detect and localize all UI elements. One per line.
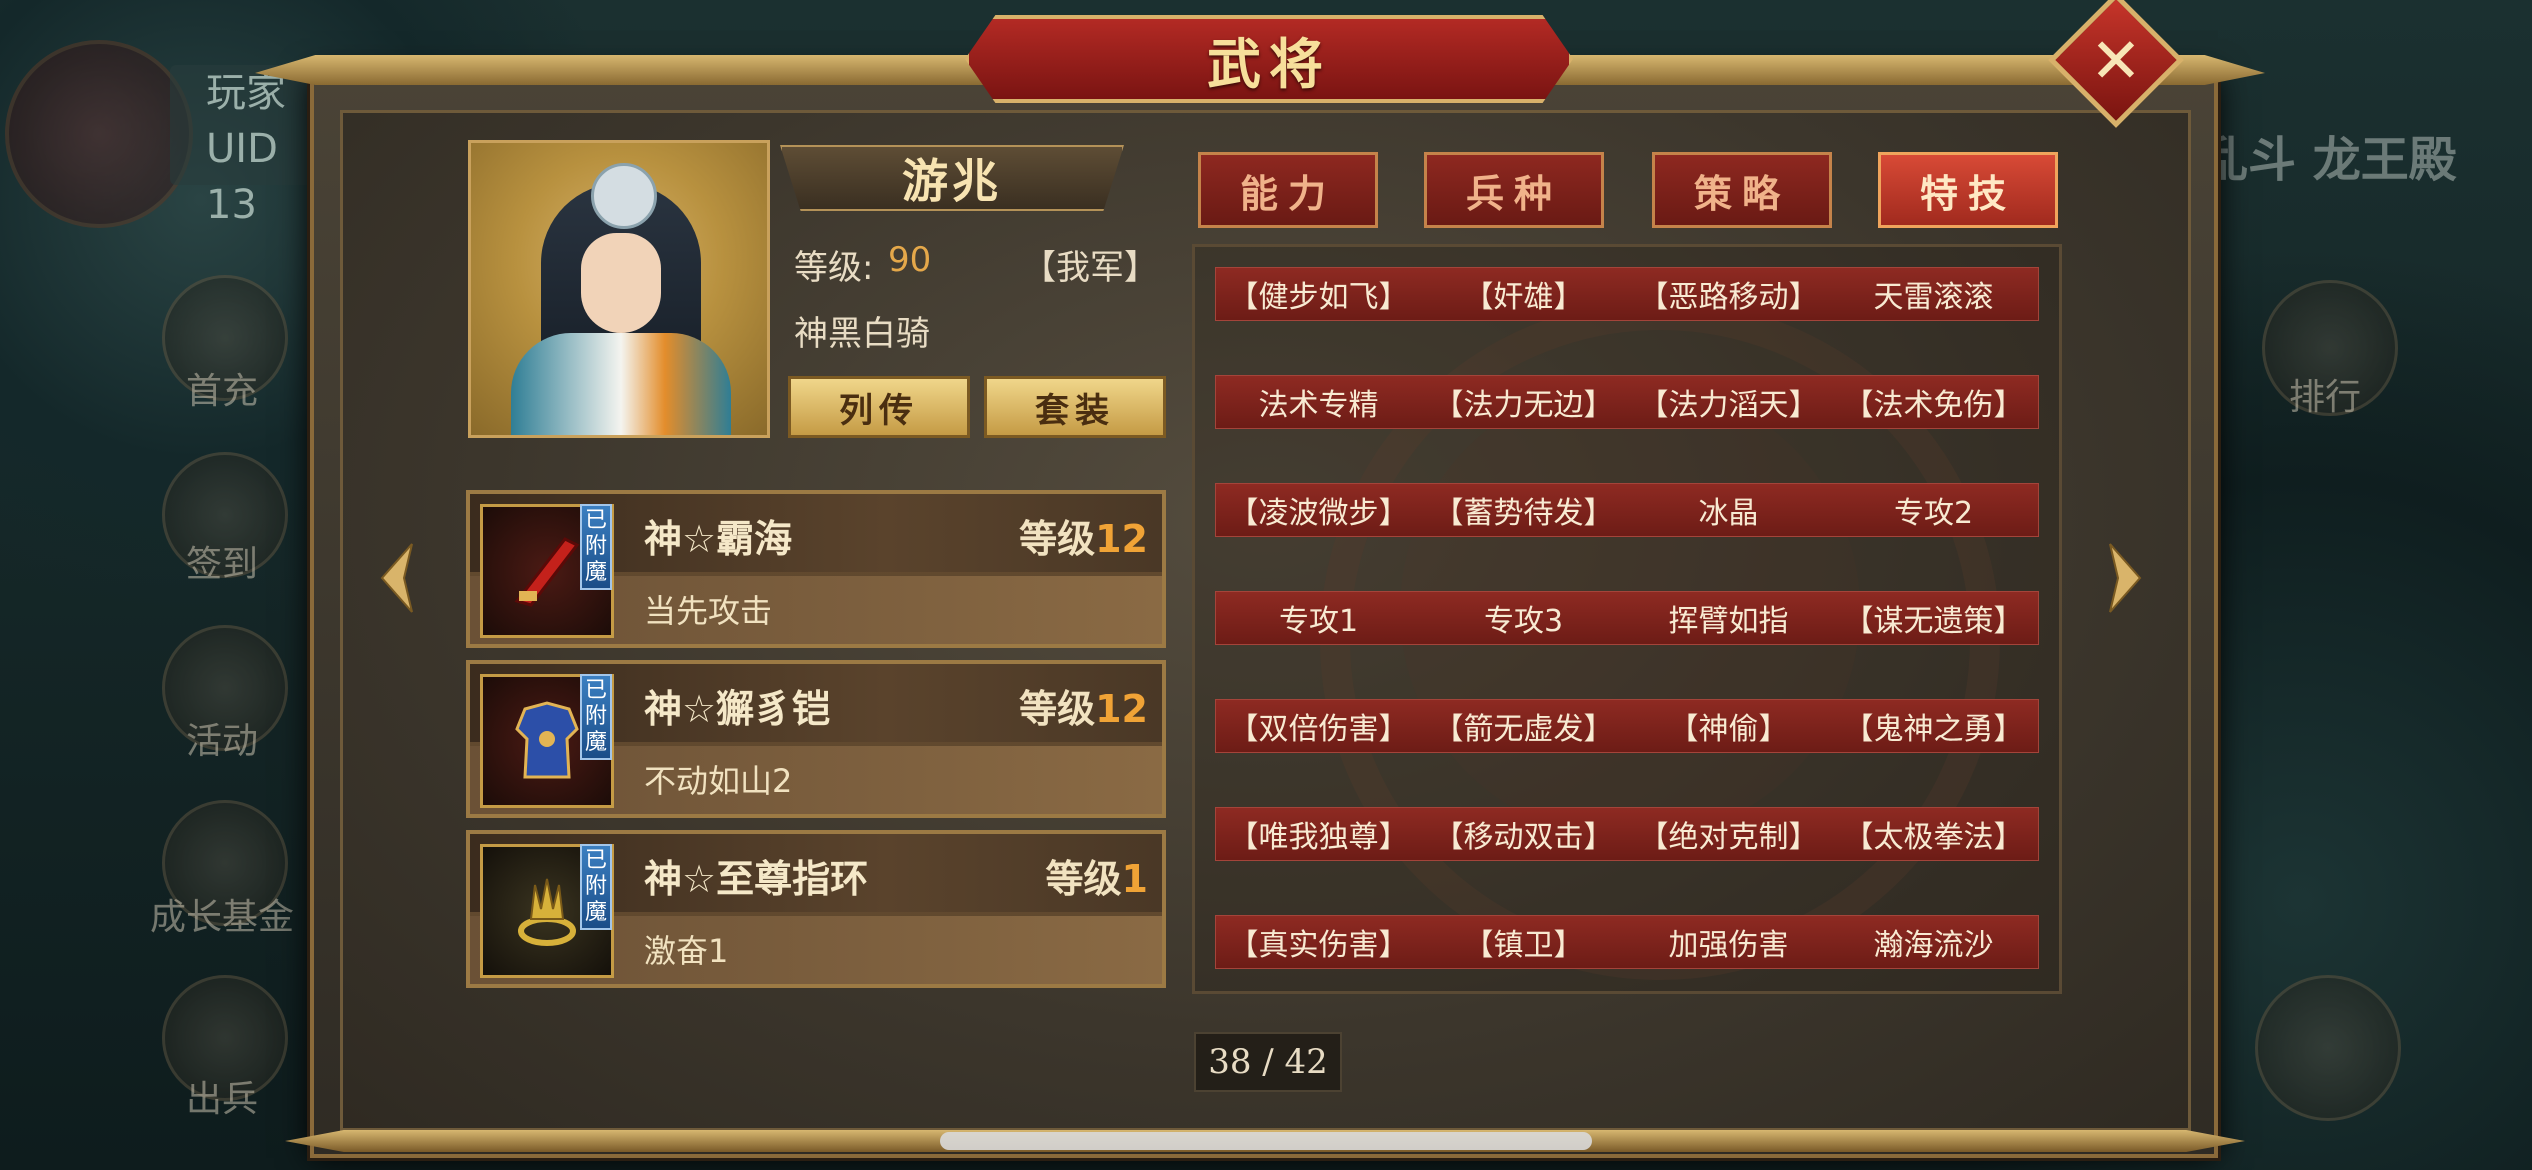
equipment-slot-ring[interactable]: 已附魔 神☆至尊指环 等级1 激奋1 [466,830,1166,988]
next-hero-arrow-icon[interactable] [2106,540,2146,616]
portrait-crown [591,163,657,229]
biography-button[interactable]: 列传 [788,376,970,438]
equipment-level-label: 等级 [1019,517,1096,561]
tab-special-skills[interactable]: 特技 [1878,152,2058,228]
skill-item[interactable]: 【真实伤害】 [1216,916,1421,968]
hero-level-label: 等级: [794,248,874,288]
page-indicator: 38 / 42 [1194,1032,1342,1092]
equipment-level-label: 等级 [1045,857,1122,901]
skill-item[interactable]: 【唯我独尊】 [1216,808,1421,860]
event-title: 乱斗 龙王殿 [2200,132,2457,188]
skill-item[interactable]: 【镇卫】 [1421,916,1626,968]
equipment-level-value: 1 [1121,857,1148,901]
skill-item[interactable]: 【谋无遗策】 [1831,592,2036,644]
hero-class: 神黑白骑 [794,314,930,354]
skill-item[interactable]: 【绝对克制】 [1626,808,1831,860]
equipment-level: 等级1 [1046,848,1148,903]
armor-icon [515,701,579,779]
skill-item[interactable]: 【健步如飞】 [1216,268,1421,320]
skill-item[interactable]: 【奸雄】 [1421,268,1626,320]
equipment-skill: 激奋1 [644,932,729,970]
first-recharge-label: 首充 [185,371,258,412]
equipment-level: 等级12 [1019,678,1148,733]
page-title: 武将 [1207,31,1331,96]
activity-label: 活动 [185,721,258,762]
skill-item[interactable]: 专攻2 [1831,484,2036,536]
enchanted-badge: 已附魔 [580,674,612,760]
hero-name: 游兆 [902,154,1002,208]
enchanted-badge: 已附魔 [580,844,612,930]
skill-item[interactable]: 【法力滔天】 [1626,376,1831,428]
skill-row: 【健步如飞】 【奸雄】 【恶路移动】 天雷滚滚 [1215,267,2039,321]
equipment-slot-weapon[interactable]: 已附魔 神☆霸海 等级12 当先攻击 [466,490,1166,648]
hero-level-value: 90 [888,240,932,280]
enchanted-badge: 已附魔 [580,504,612,590]
skill-item[interactable]: 【箭无虚发】 [1421,700,1626,752]
sign-in-label: 签到 [185,544,258,585]
equipment-level-label: 等级 [1019,687,1096,731]
skill-item[interactable]: 加强伤害 [1626,916,1831,968]
skill-row: 【双倍伤害】 【箭无虚发】 【神偷】 【鬼神之勇】 [1215,699,2039,753]
skill-item[interactable]: 冰晶 [1626,484,1831,536]
growth-fund-label: 成长基金 [149,897,294,938]
skill-row: 【唯我独尊】 【移动双击】 【绝对克制】 【太极拳法】 [1215,807,2039,861]
skill-item[interactable]: 法术专精 [1216,376,1421,428]
skill-item[interactable]: 【恶路移动】 [1626,268,1831,320]
skill-item[interactable]: 【神偷】 [1626,700,1831,752]
special-skill-grid: 【健步如飞】 【奸雄】 【恶路移动】 天雷滚滚 法术专精 【法力无边】 【法力滔… [1192,244,2062,994]
equipment-level-value: 12 [1095,517,1148,561]
menu-button[interactable] [2255,975,2401,1121]
equipment-level: 等级12 [1019,508,1148,563]
skill-item[interactable]: 【双倍伤害】 [1216,700,1421,752]
home-indicator-bar[interactable] [940,1132,1592,1150]
skill-row: 专攻1 专攻3 挥臂如指 【谋无遗策】 [1215,591,2039,645]
equipment-level-value: 12 [1095,687,1148,731]
skill-item[interactable]: 挥臂如指 [1626,592,1831,644]
skill-item[interactable]: 天雷滚滚 [1831,268,2036,320]
skill-item[interactable]: 【蓄势待发】 [1421,484,1626,536]
deploy-label: 出兵 [185,1079,258,1120]
portrait-face [581,233,661,333]
equipment-skill: 当先攻击 [644,592,773,630]
skill-item[interactable]: 【凌波微步】 [1216,484,1421,536]
skill-item[interactable]: 专攻1 [1216,592,1421,644]
tab-strategy[interactable]: 策略 [1652,152,1832,228]
blade-icon [514,537,580,607]
ring-icon [518,878,576,946]
tab-ability[interactable]: 能力 [1198,152,1378,228]
close-icon[interactable]: ✕ [2068,12,2164,108]
skill-item[interactable]: 【法术免伤】 [1831,376,2036,428]
skill-item[interactable]: 【鬼神之勇】 [1831,700,2036,752]
set-button[interactable]: 套装 [984,376,1166,438]
equipment-name: 神☆獬豸铠 [644,687,831,731]
hero-faction: 【我军】 [1022,248,1158,288]
equipment-name: 神☆至尊指环 [644,857,869,901]
hero-name-plate: 游兆 [780,145,1124,211]
previous-hero-arrow-icon[interactable] [376,540,416,616]
skill-item[interactable]: 专攻3 [1421,592,1626,644]
hero-portrait [468,140,770,438]
tab-troop-type[interactable]: 兵种 [1424,152,1604,228]
skill-row: 【真实伤害】 【镇卫】 加强伤害 瀚海流沙 [1215,915,2039,969]
title-plate: 武将 [965,15,1573,103]
equipment-slot-armor[interactable]: 已附魔 神☆獬豸铠 等级12 不动如山2 [466,660,1166,818]
portrait-robe [511,333,731,435]
player-uid: UID 13 [206,126,278,228]
equipment-name: 神☆霸海 [644,517,793,561]
skill-item[interactable]: 【太极拳法】 [1831,808,2036,860]
skill-item[interactable]: 瀚海流沙 [1831,916,2036,968]
player-avatar[interactable] [5,40,193,228]
skill-row: 法术专精 【法力无边】 【法力滔天】 【法术免伤】 [1215,375,2039,429]
equipment-skill: 不动如山2 [644,762,793,800]
ranking-label: 排行 [2288,377,2361,418]
skill-row: 【凌波微步】 【蓄势待发】 冰晶 专攻2 [1215,483,2039,537]
skill-item[interactable]: 【法力无边】 [1421,376,1626,428]
skill-item[interactable]: 【移动双击】 [1421,808,1626,860]
